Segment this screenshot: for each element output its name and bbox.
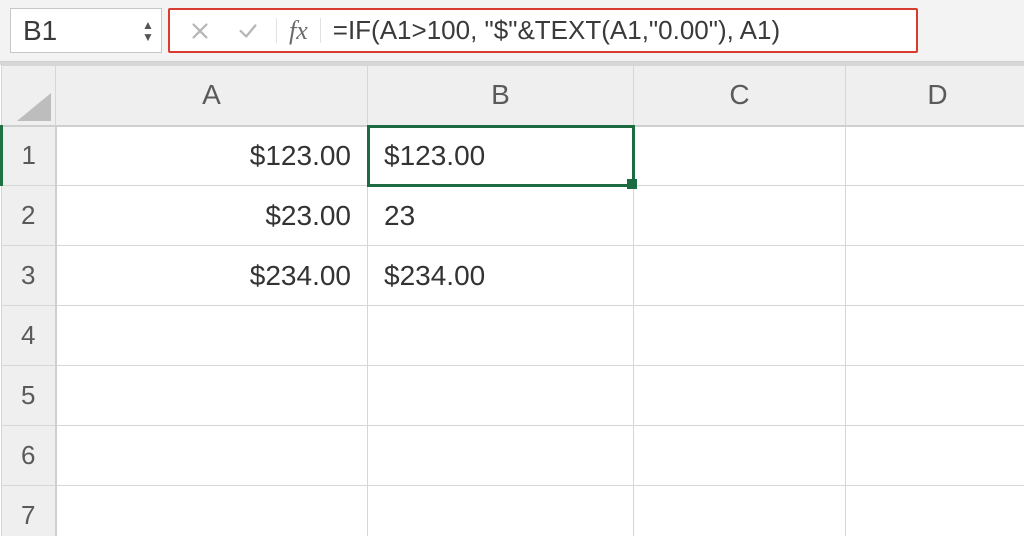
cell-A1[interactable]: $123.00 bbox=[56, 126, 368, 186]
cell-C1[interactable] bbox=[634, 126, 846, 186]
cancel-formula-button[interactable] bbox=[180, 20, 220, 42]
row-header-3[interactable]: 3 bbox=[2, 246, 56, 306]
cell-D5[interactable] bbox=[846, 366, 1024, 426]
name-box-stepper[interactable]: ▲ ▼ bbox=[141, 19, 155, 43]
cell-B3[interactable]: $234.00 bbox=[368, 246, 634, 306]
cell-D4[interactable] bbox=[846, 306, 1024, 366]
row-header-4[interactable]: 4 bbox=[2, 306, 56, 366]
cell-C4[interactable] bbox=[634, 306, 846, 366]
cell-A6[interactable] bbox=[56, 426, 368, 486]
name-box[interactable]: B1 ▲ ▼ bbox=[10, 8, 162, 53]
select-all-corner[interactable] bbox=[2, 66, 56, 126]
cell-B7[interactable] bbox=[368, 486, 634, 536]
cell-C5[interactable] bbox=[634, 366, 846, 426]
cell-D7[interactable] bbox=[846, 486, 1024, 536]
separator bbox=[320, 18, 321, 43]
cell-C6[interactable] bbox=[634, 426, 846, 486]
cell-D2[interactable] bbox=[846, 186, 1024, 246]
cell-B6[interactable] bbox=[368, 426, 634, 486]
column-header-A[interactable]: A bbox=[56, 66, 368, 126]
cell-A4[interactable] bbox=[56, 306, 368, 366]
separator bbox=[276, 18, 277, 43]
row-header-2[interactable]: 2 bbox=[2, 186, 56, 246]
stepper-down-icon[interactable]: ▼ bbox=[141, 31, 155, 43]
close-icon bbox=[189, 20, 211, 42]
cell-A3[interactable]: $234.00 bbox=[56, 246, 368, 306]
enter-formula-button[interactable] bbox=[228, 20, 268, 42]
cell-D6[interactable] bbox=[846, 426, 1024, 486]
cell-A7[interactable] bbox=[56, 486, 368, 536]
check-icon bbox=[237, 20, 259, 42]
fx-icon[interactable]: fx bbox=[285, 16, 312, 46]
cell-B2[interactable]: 23 bbox=[368, 186, 634, 246]
cell-D1[interactable] bbox=[846, 126, 1024, 186]
column-header-B[interactable]: B bbox=[368, 66, 634, 126]
column-header-D[interactable]: D bbox=[846, 66, 1024, 126]
cell-C3[interactable] bbox=[634, 246, 846, 306]
cell-B4[interactable] bbox=[368, 306, 634, 366]
row-header-1[interactable]: 1 bbox=[2, 126, 56, 186]
cell-C2[interactable] bbox=[634, 186, 846, 246]
column-header-C[interactable]: C bbox=[634, 66, 846, 126]
stepper-up-icon[interactable]: ▲ bbox=[141, 19, 155, 31]
cell-B5[interactable] bbox=[368, 366, 634, 426]
spreadsheet-grid: A B C D 1 $123.00 $123.00 2 $23.00 23 bbox=[0, 62, 1024, 536]
cell-reference: B1 bbox=[23, 15, 57, 47]
row-header-7[interactable]: 7 bbox=[2, 486, 56, 536]
formula-bar: B1 ▲ ▼ fx =IF(A1>100, "$"&TEXT(A1,"0.00"… bbox=[0, 0, 1024, 62]
formula-area: fx =IF(A1>100, "$"&TEXT(A1,"0.00"), A1) bbox=[168, 8, 918, 53]
row-header-6[interactable]: 6 bbox=[2, 426, 56, 486]
cell-B1[interactable]: $123.00 bbox=[368, 126, 634, 186]
row-header-5[interactable]: 5 bbox=[2, 366, 56, 426]
cell-A2[interactable]: $23.00 bbox=[56, 186, 368, 246]
formula-input[interactable]: =IF(A1>100, "$"&TEXT(A1,"0.00"), A1) bbox=[329, 15, 780, 46]
cell-A5[interactable] bbox=[56, 366, 368, 426]
cell-D3[interactable] bbox=[846, 246, 1024, 306]
cell-C7[interactable] bbox=[634, 486, 846, 536]
